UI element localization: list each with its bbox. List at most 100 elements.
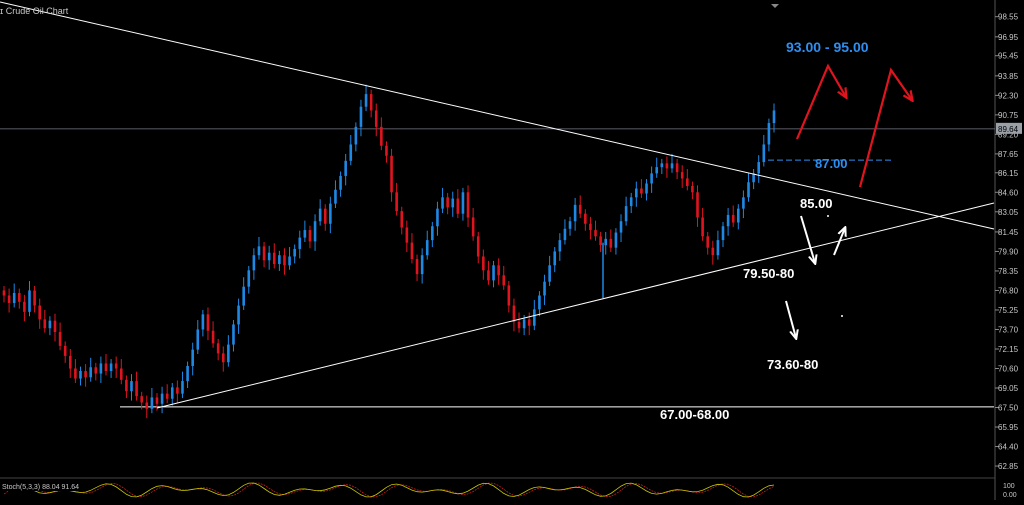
candle-body [614, 232, 618, 248]
candle-body [349, 144, 353, 161]
candle-body [517, 321, 521, 329]
candle-body [109, 363, 113, 372]
candle-body [334, 189, 337, 204]
candle-body [380, 126, 383, 146]
candle-body [68, 355, 72, 369]
candle-body [318, 208, 322, 222]
candle-body [629, 197, 633, 207]
candle-body [242, 286, 245, 306]
chart-svg: 98.5596.9595.4593.8592.3090.7589.2087.65… [0, 0, 1022, 500]
candle-body [747, 182, 750, 198]
candle-body [767, 123, 771, 145]
y-tick-label: 95.45 [998, 52, 1019, 61]
candle-body [89, 367, 92, 378]
candle-body [446, 197, 449, 208]
candle-body [701, 217, 704, 237]
candle-body [691, 185, 694, 193]
candle-body [390, 155, 393, 193]
marker-dot [827, 215, 829, 217]
candle-body [563, 228, 567, 241]
candle-body [711, 247, 715, 256]
candle-body [533, 309, 536, 326]
candle-body [354, 126, 358, 145]
candle-body [762, 144, 766, 163]
candle-body [757, 162, 761, 174]
candle-body [538, 295, 541, 310]
candle-body [283, 255, 286, 266]
y-tick-label: 69.05 [998, 384, 1019, 393]
candle-body [191, 349, 194, 366]
candle-body [635, 188, 638, 198]
annotation-label: 79.50-80 [743, 266, 794, 281]
candle-body [33, 290, 36, 306]
candle-body [84, 371, 87, 378]
candle-body [599, 236, 602, 246]
candle-body [221, 353, 225, 363]
candle-body [293, 248, 296, 257]
candle-body [568, 221, 572, 229]
candle-body [23, 301, 26, 312]
candle-body [43, 319, 47, 329]
y-tick-label: 67.50 [998, 404, 1019, 413]
candle-body [395, 192, 398, 212]
annotation-label: 73.60-80 [767, 357, 818, 372]
candle-body [227, 344, 230, 363]
candle-body [155, 397, 159, 404]
chart-title: ɪ Crude Oil Chart [0, 6, 69, 16]
candle-body [359, 106, 363, 127]
candle-body [456, 198, 460, 214]
candle-body [288, 256, 291, 266]
candle-body [543, 281, 546, 296]
candle-body [130, 381, 133, 392]
candle-body [48, 320, 52, 329]
candle-body [604, 238, 608, 246]
candle-body [150, 397, 154, 409]
candle-body [675, 163, 679, 173]
current-price-label: 89.64 [998, 125, 1019, 134]
candle-body [660, 163, 664, 168]
stoch-signal-line [3, 482, 775, 498]
y-tick-label: 78.35 [998, 267, 1019, 276]
candle-body [211, 330, 215, 344]
stochastic-indicator: Stoch(5,3,3) 88.04 91.64 100 0.00 [0, 481, 1017, 499]
y-tick-label: 92.30 [998, 91, 1019, 100]
candle-body [553, 251, 557, 266]
y-tick-label: 65.95 [998, 423, 1019, 432]
candle-body [522, 319, 526, 329]
candle-body [665, 163, 669, 169]
candle-body [364, 94, 368, 107]
candle-body [584, 213, 587, 224]
candle-body [425, 240, 429, 256]
candle-body [431, 226, 434, 241]
annotation-label: 67.00-68.00 [660, 407, 729, 422]
candle-body [176, 387, 179, 394]
candle-body [344, 160, 347, 176]
candle-body [181, 381, 184, 394]
candle-body [186, 365, 189, 382]
y-tick-label: 96.95 [998, 33, 1019, 42]
candle-body [160, 393, 164, 404]
candle-body [369, 94, 373, 111]
candle-body [119, 368, 123, 380]
candle-body [476, 236, 480, 257]
candle-body [339, 175, 342, 190]
y-tick-label: 62.85 [998, 462, 1019, 471]
candle-body [624, 206, 628, 222]
candle-body [329, 203, 332, 224]
candle-body [527, 319, 531, 326]
y-axis: 98.5596.9595.4593.8592.3090.7589.2087.65… [995, 13, 1019, 471]
candle-body [772, 110, 776, 124]
candle-body [436, 208, 439, 227]
candle-body [257, 246, 261, 256]
candle-body [487, 270, 490, 281]
candle-body [716, 240, 720, 256]
candle-body [252, 255, 256, 271]
plot-background [0, 0, 994, 478]
candle-body [38, 305, 41, 320]
y-tick-label: 84.60 [998, 188, 1019, 197]
candle-body [104, 363, 108, 372]
candle-body [145, 402, 149, 409]
candle-body [441, 197, 444, 209]
candle-body [53, 320, 57, 332]
y-tick-label: 87.65 [998, 150, 1019, 159]
